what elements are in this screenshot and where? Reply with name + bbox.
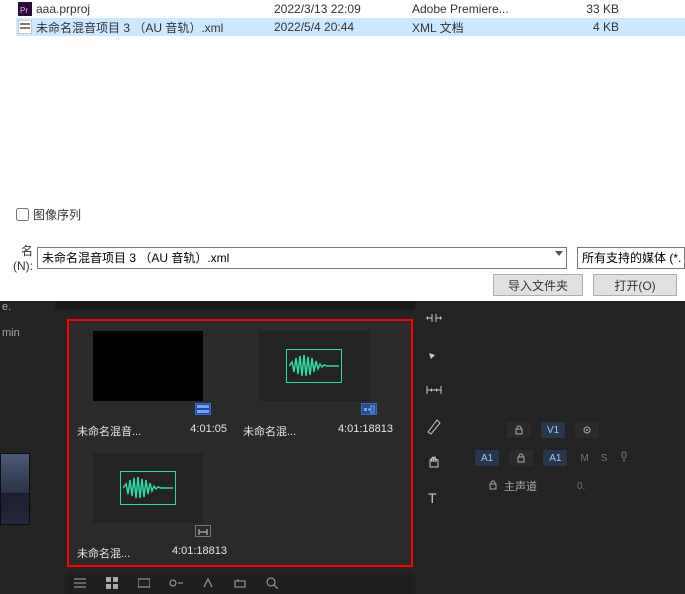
item-label: 未命名混... 4:01:18813 [77, 545, 227, 561]
filename-label: 名(N): [0, 242, 33, 273]
track-output-icon[interactable] [574, 421, 600, 439]
track-lock-icon[interactable] [506, 421, 532, 439]
ripple-edit-tool-icon[interactable] [423, 307, 445, 329]
file-date: 2022/3/13 22:09 [274, 2, 412, 16]
file-size: 33 KB [557, 2, 627, 16]
type-tool-icon[interactable]: T [423, 487, 445, 509]
audio-badge-icon [195, 525, 211, 537]
file-list[interactable]: Pr aaa.prproj 2022/3/13 22:09 Adobe Prem… [16, 0, 685, 200]
video-track-row[interactable]: V1 [468, 416, 685, 444]
waveform-icon [120, 471, 176, 505]
premiere-panel: e. min 未命名混音... 4:01:05 [0, 301, 685, 594]
lock-icon[interactable] [488, 480, 498, 493]
tool-strip: T [420, 307, 448, 547]
item-name: 未命名混音... [77, 423, 141, 439]
v1-track-button[interactable]: V1 [540, 421, 566, 439]
file-type: XML 文档 [412, 19, 557, 36]
a1-source-button[interactable]: A1 [474, 449, 500, 467]
image-sequence-input[interactable] [16, 208, 29, 221]
item-label: 未命名混... 4:01:18813 [243, 423, 393, 439]
audio-badge-icon [361, 403, 377, 415]
freeform-view-icon[interactable] [137, 576, 151, 590]
filetype-value: 所有支持的媒体 (*. [582, 249, 681, 266]
icon-view-icon[interactable] [105, 576, 119, 590]
file-row[interactable]: Pr aaa.prproj 2022/3/13 22:09 Adobe Prem… [16, 0, 685, 18]
sort-icon[interactable] [201, 576, 215, 590]
slip-tool-icon[interactable] [423, 379, 445, 401]
audio-thumb [259, 331, 369, 401]
left-text-2: min [0, 327, 32, 339]
project-item-audio[interactable]: 未命名混... 4:01:18813 [239, 323, 399, 443]
audio-track-row[interactable]: A1 A1 M S [468, 444, 685, 472]
pen-tool-icon[interactable] [423, 415, 445, 437]
find-icon[interactable] [265, 576, 279, 590]
master-output: 0. [577, 481, 585, 492]
sequence-badge-icon [195, 403, 211, 415]
waveform-icon [286, 349, 342, 383]
svg-text:T: T [428, 490, 437, 506]
mute-button[interactable]: M [580, 453, 588, 464]
open-button[interactable]: 打开(O) [593, 274, 677, 296]
left-text-1: e. [0, 301, 32, 313]
file-date: 2022/5/4 20:44 [274, 20, 412, 34]
item-duration: 4:01:18813 [338, 423, 393, 439]
file-size: 4 KB [557, 20, 627, 34]
sequence-thumb [93, 331, 203, 401]
file-name: aaa.prproj [34, 2, 274, 16]
project-bin-grid[interactable]: 未命名混音... 4:01:05 未命名混... 4:01:18813 [67, 319, 413, 567]
rate-stretch-tool-icon[interactable] [423, 343, 445, 365]
audio-thumb [93, 453, 203, 523]
import-folder-button[interactable]: 导入文件夹 [493, 274, 583, 296]
image-sequence-label: 图像序列 [33, 206, 81, 223]
project-panel-footer [67, 572, 413, 594]
image-sequence-checkbox[interactable]: 图像序列 [16, 206, 81, 223]
filename-row: 名(N): 未命名混音项目 3 （AU 音轨）.xml 所有支持的媒体 (*. [0, 242, 685, 273]
item-name: 未命名混... [77, 545, 130, 561]
master-track-row[interactable]: 主声道 0. [468, 478, 685, 494]
left-column: e. min [0, 301, 32, 594]
open-label: 打开(O) [614, 277, 655, 294]
project-panel: 未命名混音... 4:01:05 未命名混... 4:01:18813 [55, 301, 415, 594]
file-open-dialog: Pr aaa.prproj 2022/3/13 22:09 Adobe Prem… [0, 0, 685, 301]
svg-text:Pr: Pr [20, 6, 28, 15]
chevron-down-icon [555, 251, 563, 256]
file-type: Adobe Premiere... [412, 2, 557, 16]
prproj-icon: Pr [16, 1, 34, 17]
dialog-button-row: 导入文件夹 打开(O) [483, 274, 677, 296]
item-duration: 4:01:18813 [172, 545, 227, 561]
timeline-tracks: V1 A1 A1 M S 主声道 0. [468, 416, 685, 476]
file-row[interactable]: 未命名混音项目 3 （AU 音轨）.xml 2022/5/4 20:44 XML… [16, 18, 685, 36]
file-name: 未命名混音项目 3 （AU 音轨）.xml [34, 19, 274, 36]
solo-button[interactable]: S [601, 453, 608, 464]
import-folder-label: 导入文件夹 [508, 277, 568, 294]
list-view-icon[interactable] [73, 576, 87, 590]
master-label: 主声道 [504, 478, 537, 494]
voice-over-icon[interactable] [619, 451, 629, 466]
a1-target-button[interactable]: A1 [542, 449, 568, 467]
filetype-combobox[interactable]: 所有支持的媒体 (*. [577, 247, 685, 269]
project-item-audio[interactable]: 未命名混... 4:01:18813 [73, 445, 233, 565]
filename-combobox[interactable]: 未命名混音项目 3 （AU 音轨）.xml [37, 247, 567, 269]
hand-tool-icon[interactable] [423, 451, 445, 473]
program-monitor-thumb[interactable] [0, 453, 30, 525]
filename-value: 未命名混音项目 3 （AU 音轨）.xml [42, 249, 229, 266]
automate-icon[interactable] [233, 576, 247, 590]
track-lock-icon[interactable] [508, 449, 534, 467]
item-duration: 4:01:05 [190, 423, 227, 439]
zoom-slider-icon[interactable] [169, 576, 183, 590]
item-name: 未命名混... [243, 423, 296, 439]
project-panel-header [55, 301, 415, 309]
item-label: 未命名混音... 4:01:05 [77, 423, 227, 439]
project-item-sequence[interactable]: 未命名混音... 4:01:05 [73, 323, 233, 443]
xml-icon [16, 19, 34, 35]
